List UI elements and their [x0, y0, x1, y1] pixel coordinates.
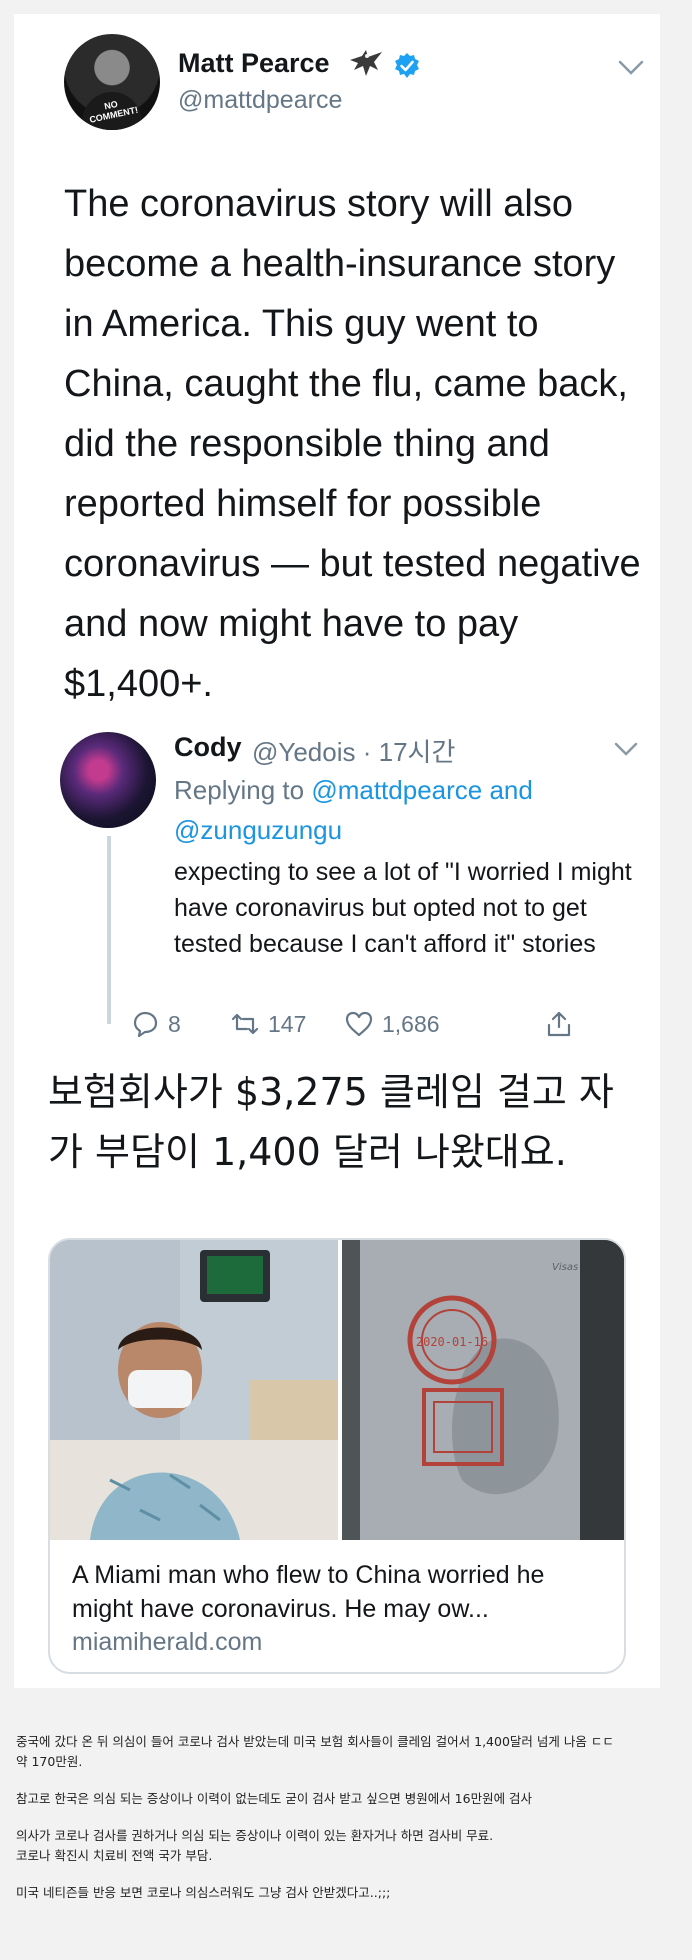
reply-button[interactable]: 8 [130, 1009, 181, 1039]
author-handle[interactable]: @mattdpearce [178, 86, 342, 115]
reply-author-name[interactable]: Cody [174, 732, 242, 763]
replying-user-link-2[interactable]: @zunguzungu [174, 815, 342, 845]
tweet-card: NO COMMENT! Matt Pearce @mattdpearce The… [14, 14, 660, 1688]
post-line-5: 코로나 확진시 치료비 전액 국가 부담. [16, 1848, 213, 1863]
post-line-1: 중국에 갔다 온 뒤 의심이 들어 코로나 검사 받았는데 미국 보험 회사들이… [16, 1734, 614, 1749]
passport-photo-drawing: 2020-01-16 Visas [342, 1240, 624, 1540]
passport-visas-label: Visas [552, 1262, 578, 1273]
chevron-down-icon[interactable] [618, 60, 644, 76]
replying-prefix: Replying to [174, 775, 312, 805]
hospital-photo-drawing [50, 1240, 338, 1540]
link-card-domain[interactable]: miamiherald.com [72, 1628, 262, 1657]
reply-avatar[interactable] [60, 732, 156, 828]
retweet-count: 147 [268, 1010, 307, 1037]
comment-icon [133, 1011, 158, 1038]
share-icon [547, 1011, 571, 1037]
post-line-2: 약 170만원. [16, 1754, 83, 1769]
like-count: 1,686 [382, 1010, 440, 1037]
passport-photo: 2020-01-16 Visas [342, 1240, 624, 1540]
retweet-button[interactable]: 147 [230, 1009, 306, 1039]
eagle-icon [350, 50, 382, 76]
post-line-4: 의사가 코로나 검사를 권하거나 의심 되는 증상이나 이력이 있는 환자거나 … [16, 1828, 494, 1843]
verified-badge-icon [395, 53, 419, 78]
reply-action-bar: 8 147 1,686 [14, 1009, 660, 1049]
hospital-photo [50, 1240, 338, 1540]
reply-author-handle[interactable]: @Yedois · 17시간 [252, 732, 455, 769]
thread-line [107, 836, 111, 1024]
link-card-title[interactable]: A Miami man who flew to China worried he… [72, 1558, 602, 1626]
replying-and: and [482, 775, 533, 805]
post-line-6: 미국 네티즌들 반응 보면 코로나 의심스러워도 그냥 검사 안받겠다고..;;… [16, 1885, 391, 1900]
reply-chevron-down-icon[interactable] [614, 742, 638, 757]
reply-count: 8 [168, 1010, 181, 1037]
like-button[interactable]: 1,686 [344, 1009, 440, 1039]
heart-icon [345, 1011, 373, 1037]
replying-user-link[interactable]: @mattdpearce [311, 775, 482, 805]
replying-to: Replying to @mattdpearce and @zunguzungu [174, 770, 634, 850]
share-button[interactable] [544, 1009, 574, 1039]
author-avatar[interactable]: NO COMMENT! [64, 34, 160, 130]
tweet-text: The coronavirus story will also become a… [64, 183, 652, 705]
passport-stamp-date: 2020-01-16 [416, 1335, 488, 1349]
author-name[interactable]: Matt Pearce [178, 48, 330, 79]
link-preview-card[interactable]: 2020-01-16 Visas A Miami man who flew to… [48, 1238, 626, 1674]
korean-caption: 보험회사가 $3,275 클레임 걸고 자가 부담이 1,400 달러 나왔대요… [48, 1070, 614, 1174]
post-line-3: 참고로 한국은 의심 되는 증상이나 이력이 없는데도 굳이 검사 받고 싶으면… [16, 1791, 533, 1806]
retweet-icon [231, 1013, 259, 1035]
post-body: 중국에 갔다 온 뒤 의심이 들어 코로나 검사 받았는데 미국 보험 회사들이… [16, 1732, 676, 1920]
reply-text: expecting to see a lot of "I worried I m… [174, 858, 632, 958]
